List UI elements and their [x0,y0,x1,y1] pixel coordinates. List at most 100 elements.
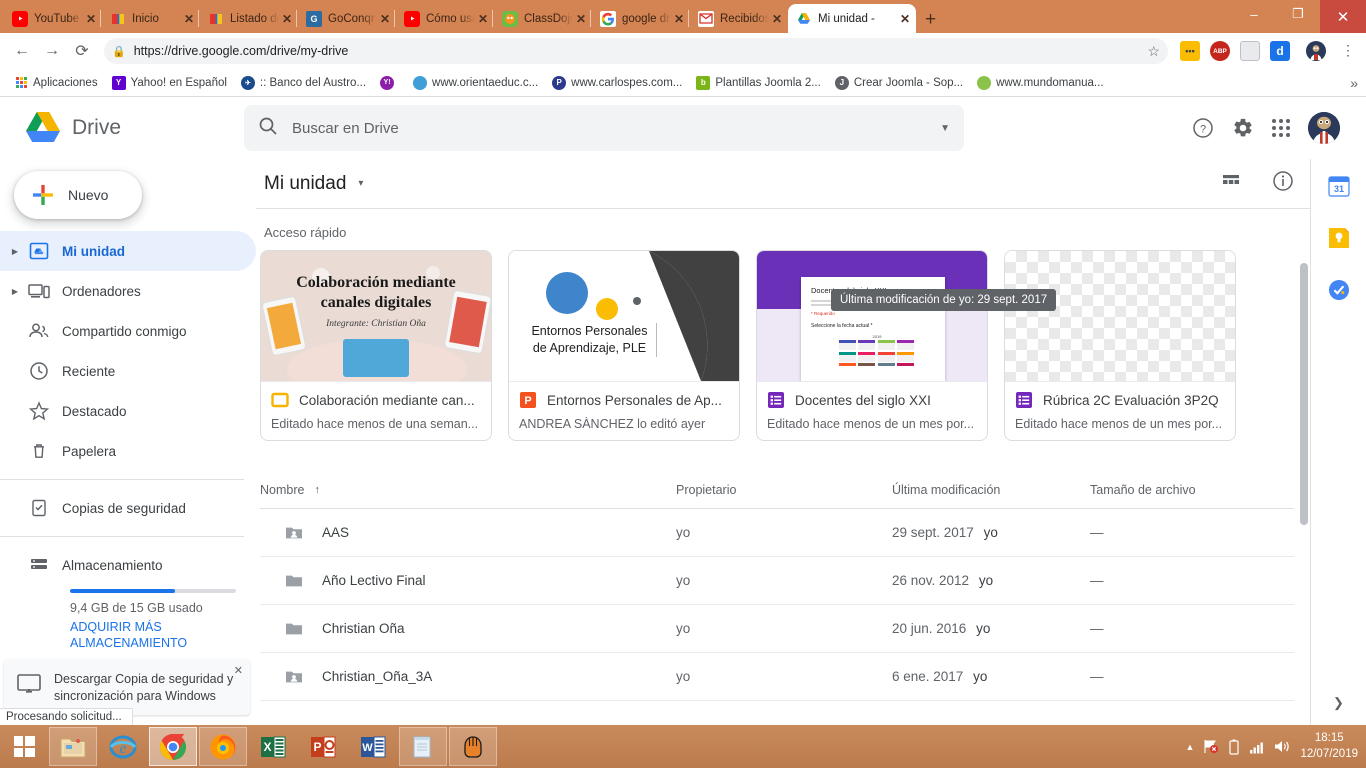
close-icon[interactable]: ✕ [234,664,243,677]
bookmark-plantillas-joomla[interactable]: b Plantillas Joomla 2... [690,74,826,92]
sidebar-item-almacenamiento[interactable]: Almacenamiento [0,545,256,585]
sidebar-item-destacado[interactable]: Destacado [0,391,256,431]
sidebar-item-mi-unidad[interactable]: ▶ Mi unidad [0,231,256,271]
tab-close-icon[interactable]: ✕ [380,13,390,25]
yellow-extension-icon[interactable]: ••• [1180,41,1200,61]
chrome-menu-icon[interactable]: ⋮ [1338,43,1358,57]
content-scrollbar[interactable] [1298,259,1310,725]
profile-avatar-icon[interactable] [1306,41,1326,61]
bookmark-orientaeduc[interactable]: www.orientaeduc.c... [407,74,544,92]
browser-tab[interactable]: ClassDojo fo ✕ [492,4,592,33]
tab-close-icon[interactable]: ✕ [86,13,96,25]
forward-icon[interactable]: → [38,37,66,65]
chevron-down-icon[interactable]: ▾ [358,178,363,189]
signal-icon[interactable] [1249,740,1265,754]
chevron-down-icon[interactable]: ▼ [940,123,950,134]
word-icon[interactable]: W [349,727,397,766]
notepad-icon[interactable] [399,727,447,766]
google-apps-icon[interactable] [1272,119,1290,137]
tab-close-icon[interactable]: ✕ [576,13,586,25]
tab-close-icon[interactable]: ✕ [478,13,488,25]
table-row[interactable]: AAS yo 29 sept. 2017 yo — [260,509,1294,557]
browser-tab[interactable]: Listado de R ✕ [198,4,298,33]
document-extension-icon[interactable] [1240,41,1260,61]
sidebar-item-copias-de-seguridad[interactable]: Copias de seguridad [0,488,256,528]
browser-tab[interactable]: google drive ✕ [590,4,690,33]
download-backup-promo[interactable]: ✕ Descargar Copia de seguridad y sincron… [4,659,250,715]
bookmark-banco-austro[interactable]: ✈ :: Banco del Austro... [235,74,372,92]
bookmark-carlospes[interactable]: P www.carlospes.com... [546,74,688,92]
column-header-tamano[interactable]: Tamaño de archivo [1090,483,1294,497]
quick-access-card[interactable]: Docentes del siglo XXI * Requerido Selec… [756,250,988,441]
grid-view-icon[interactable] [1220,170,1242,197]
show-hidden-icons[interactable]: ▲ [1186,742,1195,752]
google-calendar-icon[interactable]: 31 [1327,175,1350,197]
bookmarks-overflow-icon[interactable]: » [1350,75,1358,91]
bookmark-mundomanuales[interactable]: www.mundomanua... [971,74,1109,92]
bookmark-apps[interactable]: Aplicaciones [8,74,104,92]
tab-close-icon[interactable]: ✕ [282,13,292,25]
upgrade-storage-link[interactable]: ADQUIRIR MÁS ALMACENAMIENTO [70,620,200,651]
quick-access-card[interactable]: Colaboración mediante canales digitales … [260,250,492,441]
browser-tab[interactable]: G GoConqr - E ✕ [296,4,396,33]
d-extension-icon[interactable]: d [1270,41,1290,61]
browser-tab-active[interactable]: Mi unidad - ✕ [788,4,916,33]
sidebar-item-papelera[interactable]: Papelera [0,431,256,471]
column-header-propietario[interactable]: Propietario [676,483,892,497]
tab-close-icon[interactable]: ✕ [674,13,684,25]
windows-start-icon[interactable] [0,725,48,768]
table-row[interactable]: Christian_Oña_3A yo 6 ene. 2017 yo — [260,653,1294,701]
battery-icon[interactable] [1228,739,1240,755]
firefox-icon[interactable] [199,727,247,766]
volume-icon[interactable] [1274,739,1291,754]
tab-close-icon[interactable]: ✕ [900,13,910,25]
tab-close-icon[interactable]: ✕ [772,13,782,25]
expand-panel-icon[interactable]: ❯ [1333,695,1344,711]
new-tab-button[interactable]: + [925,10,936,29]
expand-arrow-icon[interactable]: ▶ [6,287,24,296]
new-button[interactable]: Nuevo [14,171,142,219]
scrollbar-thumb[interactable] [1300,263,1308,525]
browser-tab[interactable]: Recibidos (2 ✕ [688,4,788,33]
column-header-ultima-modificacion[interactable]: Última modificación [892,483,1090,497]
address-bar[interactable]: 🔒 https://drive.google.com/drive/my-driv… [104,38,1168,64]
help-icon[interactable]: ? [1192,117,1214,139]
excel-icon[interactable]: X [249,727,297,766]
google-tasks-icon[interactable] [1328,279,1350,301]
breadcrumb[interactable]: Mi unidad ▾ [264,173,363,195]
powerpoint-icon[interactable]: P [299,727,347,766]
table-row[interactable]: Christian Oña yo 20 jun. 2016 yo — [260,605,1294,653]
browser-tab[interactable]: Inicio ✕ [100,4,200,33]
network-error-icon[interactable] [1203,739,1219,754]
baseball-glove-icon[interactable] [449,727,497,766]
internet-explorer-icon[interactable]: e [99,727,147,766]
tab-close-icon[interactable]: ✕ [184,13,194,25]
search-bar[interactable]: ▼ [244,105,964,151]
search-input[interactable] [292,119,941,137]
adblock-plus-icon[interactable]: ABP [1210,41,1230,61]
google-keep-icon[interactable] [1328,227,1350,249]
browser-tab[interactable]: Cómo usar C ✕ [394,4,494,33]
bookmark-yahoo[interactable]: Y Yahoo! en Español [106,74,233,92]
quick-access-card[interactable]: Entornos Personales de Aprendizaje, PLE … [508,250,740,441]
file-explorer-icon[interactable] [49,727,97,766]
restore-button[interactable]: ❐ [1276,0,1320,28]
column-header-nombre[interactable]: Nombre ↑ [260,483,676,497]
minimize-button[interactable]: – [1232,0,1276,28]
taskbar-clock[interactable]: 18:15 12/07/2019 [1300,731,1358,762]
table-row[interactable]: Año Lectivo Final yo 26 nov. 2012 yo — [260,557,1294,605]
settings-gear-icon[interactable] [1232,117,1254,139]
close-window-button[interactable]: ✕ [1320,0,1366,33]
quick-access-card[interactable]: Rúbrica 2C Evaluación 3P2Q Editado hace … [1004,250,1236,441]
expand-arrow-icon[interactable]: ▶ [6,247,24,256]
bookmark-yahoo-bang[interactable]: Y! [374,74,405,92]
account-avatar[interactable] [1308,112,1340,144]
info-icon[interactable] [1272,170,1294,197]
sidebar-item-reciente[interactable]: Reciente [0,351,256,391]
back-icon[interactable]: ← [8,37,36,65]
bookmark-crear-joomla[interactable]: J Crear Joomla - Sop... [829,74,969,92]
sidebar-item-ordenadores[interactable]: ▶ Ordenadores [0,271,256,311]
reload-icon[interactable]: ⟳ [68,37,96,65]
browser-tab[interactable]: YouTube ✕ [4,4,102,33]
bookmark-star-icon[interactable]: ☆ [1147,43,1160,60]
